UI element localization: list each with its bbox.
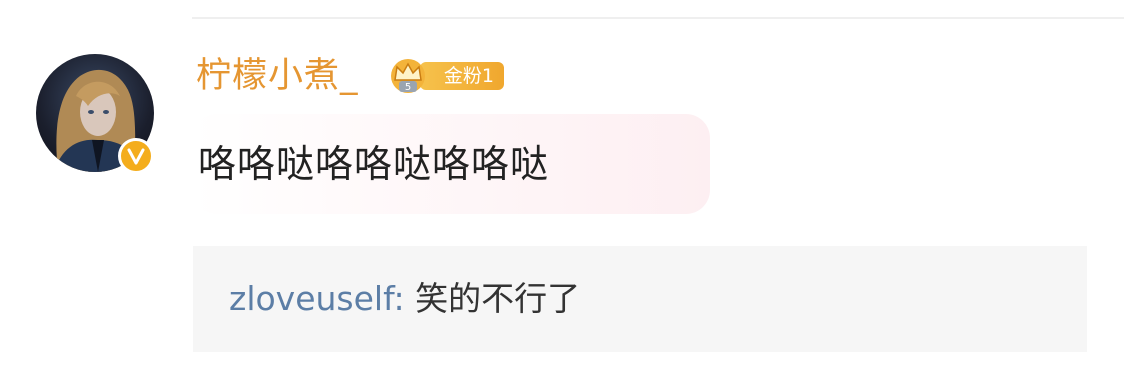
- fan-level: 5: [405, 82, 411, 93]
- user-avatar[interactable]: [36, 54, 158, 176]
- comment-bubble[interactable]: 咯咯哒咯咯哒咯咯哒: [192, 114, 710, 214]
- crown-icon: 5: [391, 59, 425, 93]
- reply-username[interactable]: zloveuself: [229, 279, 394, 318]
- reply-separator: :: [393, 279, 416, 318]
- reply-text: 笑的不行了: [415, 279, 581, 318]
- reply-preview[interactable]: zloveuself: 笑的不行了: [193, 246, 1087, 352]
- verified-v-icon: [118, 138, 154, 174]
- reply-line: zloveuself: 笑的不行了: [229, 276, 580, 322]
- username-link[interactable]: 柠檬小煮_: [196, 52, 359, 100]
- fan-badge-label: 金粉1: [420, 62, 504, 90]
- fan-badge[interactable]: 金粉1 5: [386, 56, 504, 96]
- top-divider: [192, 17, 1124, 19]
- comment-text: 咯咯哒咯咯哒咯咯哒: [198, 142, 550, 186]
